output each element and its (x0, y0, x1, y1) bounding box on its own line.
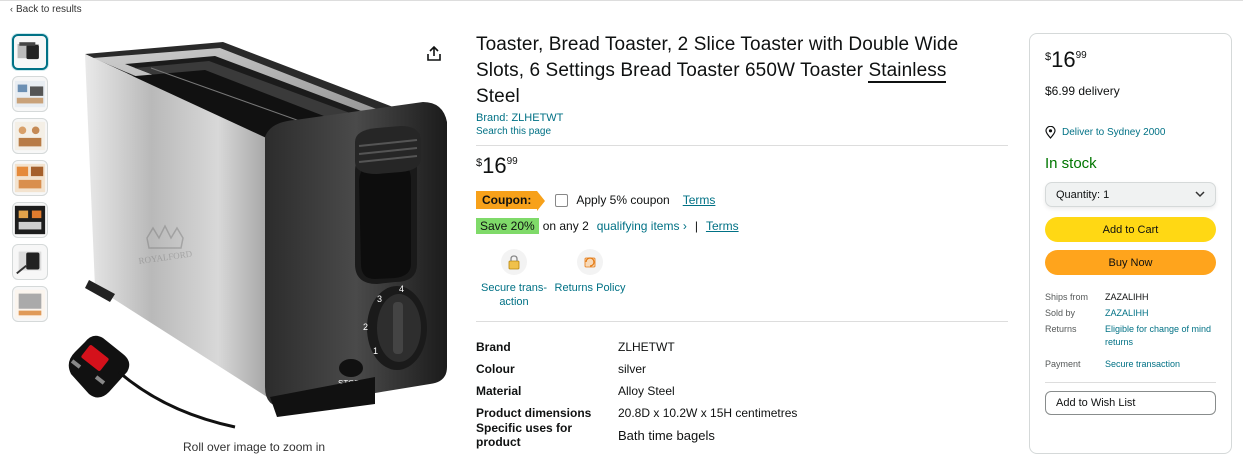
share-icon[interactable] (424, 44, 444, 64)
add-to-cart-button[interactable]: Add to Cart (1045, 217, 1216, 242)
buy-now-button[interactable]: Buy Now (1045, 250, 1216, 275)
spec-row: Colour silver (476, 362, 647, 376)
separator: | (694, 219, 698, 233)
lock-icon (501, 249, 527, 275)
payment-info: Payment Secure transaction (1045, 359, 1181, 369)
feature-badges: Secure trans- action Returns Policy (476, 249, 1008, 309)
thumbnail-strip (12, 34, 48, 328)
product-details: Toaster, Bread Toaster, 2 Slice Toaster … (476, 32, 1008, 449)
add-to-wish-list-button[interactable]: Add to Wish List (1045, 391, 1216, 415)
returns-link[interactable]: Eligible for change of mind returns (1105, 323, 1216, 349)
buy-box: $ 16 99 $6.99 delivery Deliver to Sydney… (1029, 33, 1232, 454)
brand-link[interactable]: Brand: ZLHETWT (476, 112, 1008, 124)
svg-text:3: 3 (377, 294, 382, 304)
seller-info: Ships from ZAZALIHH Sold by ZAZALIHH Retur… (1045, 291, 1216, 349)
quantity-select[interactable]: Quantity: 1 (1045, 182, 1216, 207)
returns-policy-badge[interactable]: Returns Policy (552, 249, 628, 309)
svg-text:4: 4 (399, 284, 404, 294)
thumbnail-1[interactable] (12, 34, 48, 70)
deliver-to-link[interactable]: Deliver to Sydney 2000 (1045, 126, 1216, 139)
stock-status: In stock (1045, 155, 1097, 172)
spec-row: Brand ZLHETWT (476, 340, 675, 354)
seller-link[interactable]: ZAZALIHH (1105, 307, 1216, 320)
promo-text: on any 2 (542, 219, 589, 233)
coupon-checkbox[interactable] (555, 193, 569, 207)
delivery-cost: $6.99 delivery (1045, 84, 1120, 98)
chevron-down-icon (1195, 189, 1205, 201)
svg-text:2: 2 (363, 322, 368, 332)
spec-row: Specific uses for product Bath time bagel… (476, 421, 715, 449)
price: $ 16 99 (476, 153, 518, 178)
returns-icon (577, 249, 603, 275)
top-divider (0, 0, 1243, 1)
thumbnail-4[interactable] (12, 160, 48, 196)
coupon-badge: Coupon: (476, 191, 546, 211)
coupon-terms-link[interactable]: Terms (683, 193, 716, 207)
thumbnail-6[interactable] (12, 244, 48, 280)
thumbnail-3[interactable] (12, 118, 48, 154)
back-to-results-link[interactable]: ‹ Back to results (10, 4, 82, 15)
main-product-image[interactable]: 3 4 2 1 STOP ROYALFORD (55, 32, 455, 432)
thumbnail-7[interactable] (12, 286, 48, 322)
promo-terms-link[interactable]: Terms (706, 219, 739, 233)
qualifying-items-link[interactable]: qualifying items › (597, 219, 687, 233)
spec-table: Brand ZLHETWT Colour silver Material Alloy … (476, 336, 1008, 449)
zoom-hint: Roll over image to zoom in (183, 440, 326, 454)
secure-transaction-link[interactable]: Secure transaction (1105, 359, 1180, 369)
location-pin-icon (1045, 126, 1056, 139)
save-badge: Save 20% (476, 218, 539, 234)
promotion-row: Save 20% on any 2 qualifying items › | T… (476, 217, 1008, 235)
svg-text:1: 1 (373, 346, 378, 356)
thumbnail-2[interactable] (12, 76, 48, 112)
search-page-link[interactable]: Search this page (476, 126, 1008, 137)
spec-row: Material Alloy Steel (476, 384, 675, 398)
divider (1045, 382, 1216, 383)
secure-transaction-badge[interactable]: Secure trans- action (476, 249, 552, 309)
buybox-price: $ 16 99 (1045, 47, 1087, 72)
thumbnail-5[interactable] (12, 202, 48, 238)
divider (476, 321, 1008, 322)
coupon-label[interactable]: Apply 5% coupon (576, 193, 669, 207)
chevron-left-icon: ‹ (10, 4, 13, 14)
divider (476, 145, 1008, 146)
coupon-row: Coupon: Apply 5% coupon Terms (476, 190, 1008, 211)
product-title: Toaster, Bread Toaster, 2 Slice Toaster … (476, 34, 959, 107)
